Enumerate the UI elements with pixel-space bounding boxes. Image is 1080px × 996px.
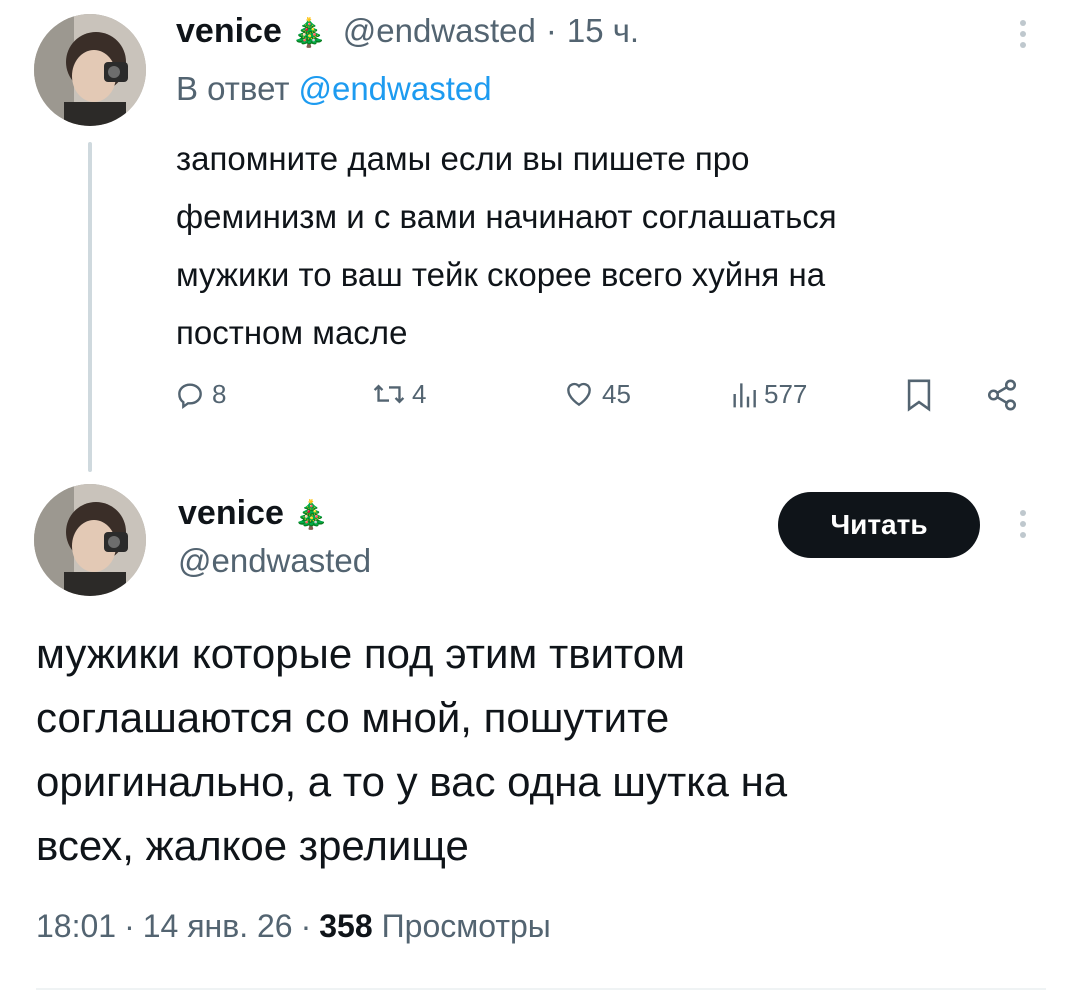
tweet-time[interactable]: 15 ч. [567,12,639,50]
tweet-meta: 18:01 · 14 янв. 26 · 358 Просмотры [36,908,551,945]
meta-separator: · [124,908,135,944]
follow-button[interactable]: Читать [778,492,980,558]
share-icon[interactable] [984,378,1020,417]
avatar[interactable] [34,484,146,596]
retweet-count: 4 [412,378,427,409]
views-label: Просмотры [381,908,551,944]
time-separator: · [545,12,557,49]
avatar[interactable] [34,14,146,126]
tweet-date[interactable]: 14 янв. 26 [143,908,293,945]
user-handle[interactable]: @endwasted [178,542,371,580]
retweet-icon [372,378,406,410]
reply-to-line: В ответ @endwasted [176,70,492,108]
bookmark-icon[interactable] [904,378,934,417]
reply-prefix: В ответ [176,70,290,107]
heart-icon [562,378,596,410]
main-tweet-header: venice 🎄 [178,494,329,533]
display-name[interactable]: venice [178,494,284,533]
speech-bubble-icon [174,378,206,410]
reply-count: 8 [212,378,227,409]
reply-tweet-header: venice 🎄 @endwasted · 15 ч. [176,12,639,51]
thread-line [88,142,92,472]
view-count: 577 [764,378,808,409]
tweet-text: мужики которые под этим твитом соглашают… [36,630,788,869]
tweet-text: запомните дамы если вы пишете про фемини… [176,140,837,351]
more-vertical-icon[interactable] [1016,510,1030,538]
more-vertical-icon[interactable] [1016,20,1030,48]
christmas-tree-icon: 🎄 [291,17,327,48]
views-button[interactable]: 577 [730,378,807,410]
tweet-time[interactable]: 18:01 [36,908,116,945]
like-button[interactable]: 45 [562,378,631,410]
retweet-button[interactable]: 4 [372,378,426,410]
divider [36,988,1046,990]
reply-button[interactable]: 8 [174,378,226,410]
christmas-tree-icon: 🎄 [293,499,329,530]
display-name[interactable]: venice [176,12,282,51]
like-count: 45 [602,378,631,409]
reply-to-handle[interactable]: @endwasted [298,70,491,108]
views-count: 358 [319,908,373,944]
user-handle[interactable]: @endwasted [343,12,536,50]
meta-separator: · [300,908,312,944]
bar-chart-icon [730,378,758,410]
